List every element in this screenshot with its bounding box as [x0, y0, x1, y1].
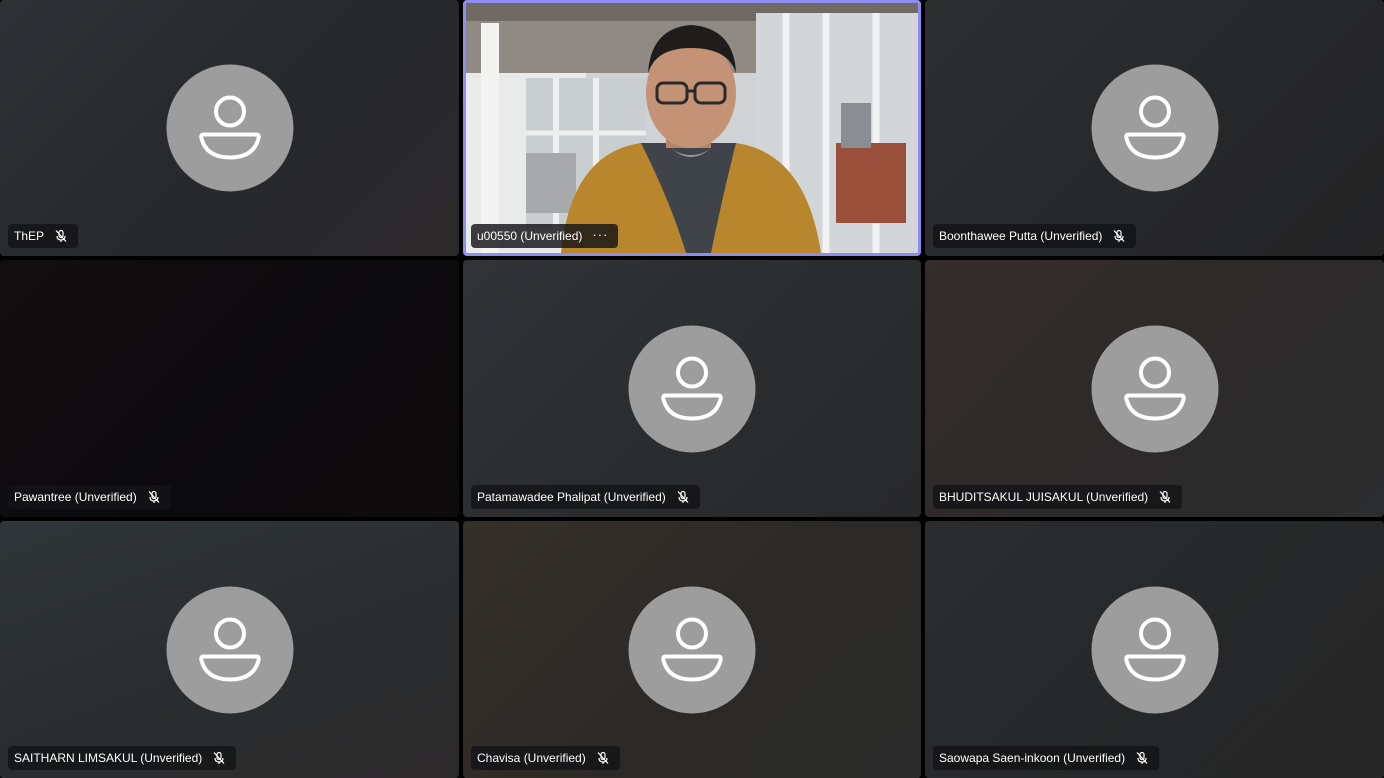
mic-off-icon: [677, 490, 689, 503]
participant-tile[interactable]: ThEP: [0, 0, 459, 256]
person-icon: [1123, 95, 1186, 160]
participant-name-chip: ThEP: [8, 224, 79, 248]
participant-name-chip: Pawantree (Unverified): [8, 485, 171, 509]
participant-tile[interactable]: Patamawadee Phalipat (Unverified): [463, 260, 921, 517]
participant-tile[interactable]: Chavisa (Unverified): [463, 521, 921, 778]
avatar: [1091, 325, 1218, 452]
person-icon: [198, 617, 261, 681]
participant-name-chip: u00550 (Unverified) ···: [471, 224, 619, 248]
mic-off-icon: [213, 751, 225, 764]
participant-name-chip: BHUDITSAKUL JUISAKUL (Unverified): [933, 485, 1183, 509]
participant-name-chip: Patamawadee Phalipat (Unverified): [471, 485, 700, 509]
participant-tile[interactable]: SAITHARN LIMSAKUL (Unverified): [0, 521, 459, 778]
participant-name-chip: SAITHARN LIMSAKUL (Unverified): [8, 746, 237, 770]
person-icon: [198, 95, 261, 160]
person-icon: [661, 356, 723, 420]
participant-tile[interactable]: BHUDITSAKUL JUISAKUL (Unverified): [925, 260, 1384, 517]
participant-name: BHUDITSAKUL JUISAKUL (Unverified): [939, 490, 1149, 504]
video-grid: ThEP u00550 (Unverified) ··· Boonthawee …: [0, 0, 1384, 778]
avatar: [1091, 64, 1218, 192]
mic-off-icon: [55, 229, 67, 242]
avatar: [1091, 586, 1218, 713]
avatar: [166, 64, 293, 192]
avatar: [628, 586, 756, 713]
participant-name: ThEP: [14, 229, 45, 243]
person-icon: [661, 617, 723, 681]
participant-name: Chavisa (Unverified): [477, 751, 586, 765]
avatar: [628, 325, 756, 452]
participant-name: u00550 (Unverified): [477, 229, 583, 243]
person-icon: [1123, 617, 1186, 681]
participant-name-chip: Saowapa Saen-inkoon (Unverified): [933, 746, 1160, 770]
mic-off-icon: [1159, 490, 1171, 503]
participant-name: Pawantree (Unverified): [14, 490, 137, 504]
participant-name-chip: Boonthawee Putta (Unverified): [933, 224, 1137, 248]
participant-name: Saowapa Saen-inkoon (Unverified): [939, 751, 1126, 765]
participant-tile[interactable]: Boonthawee Putta (Unverified): [925, 0, 1384, 256]
mic-off-icon: [148, 490, 160, 503]
participant-tile[interactable]: Pawantree (Unverified): [0, 260, 459, 517]
participant-video-feed: [466, 3, 918, 253]
participant-name: Patamawadee Phalipat (Unverified): [477, 490, 666, 504]
mic-off-icon: [1113, 229, 1125, 242]
person-icon: [1123, 356, 1186, 420]
participant-tile[interactable]: Saowapa Saen-inkoon (Unverified): [925, 521, 1384, 778]
avatar: [166, 586, 293, 713]
participant-name: Boonthawee Putta (Unverified): [939, 229, 1103, 243]
participant-name: SAITHARN LIMSAKUL (Unverified): [14, 751, 203, 765]
mic-off-icon: [1136, 751, 1148, 764]
more-options-icon[interactable]: ···: [592, 228, 608, 241]
participant-tile-active-speaker[interactable]: u00550 (Unverified) ···: [463, 0, 921, 256]
mic-off-icon: [597, 751, 609, 764]
participant-name-chip: Chavisa (Unverified): [471, 746, 620, 770]
